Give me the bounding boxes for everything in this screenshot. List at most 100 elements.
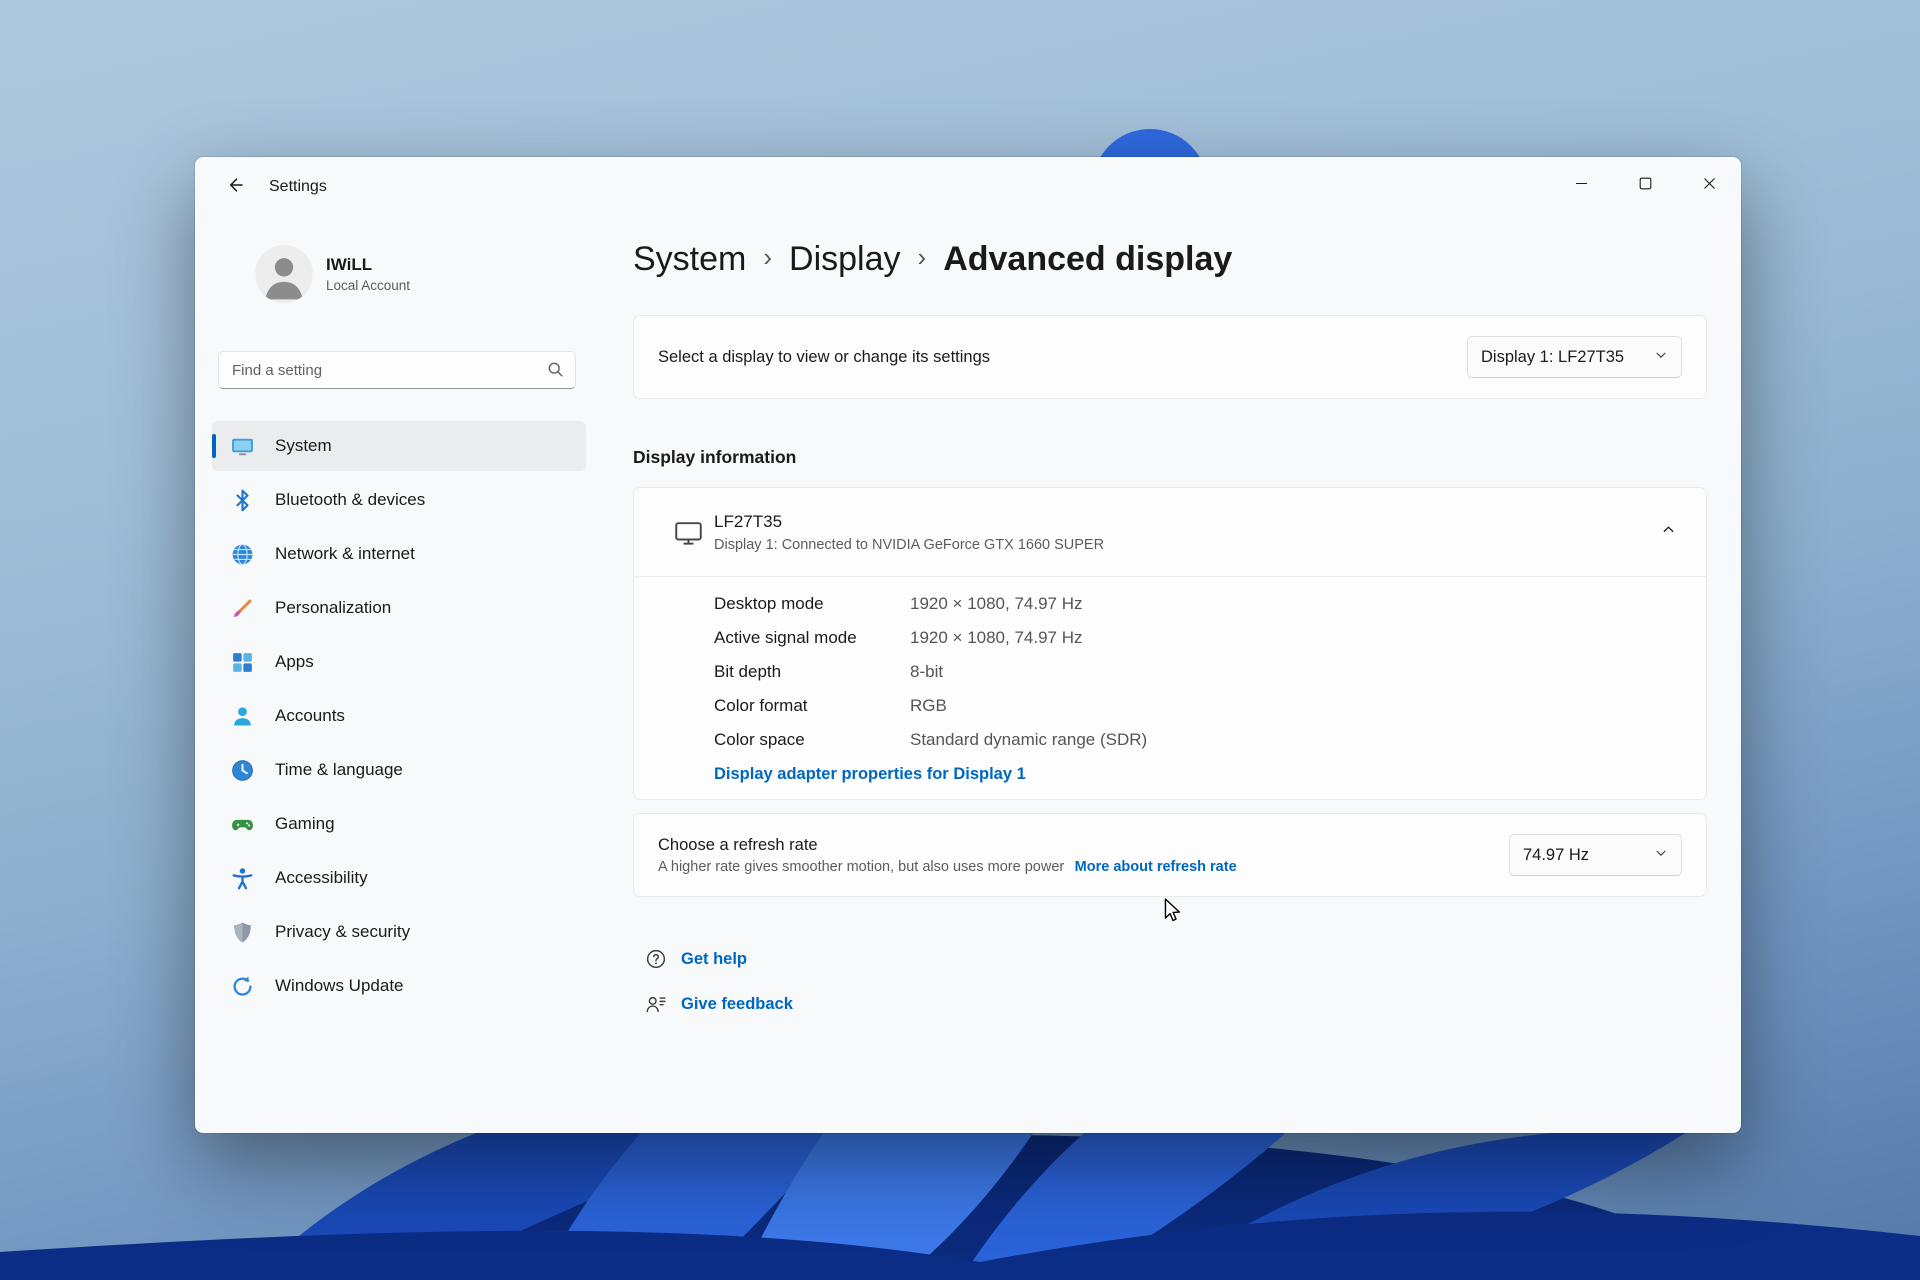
personalization-brush-icon	[230, 596, 255, 621]
network-globe-icon	[230, 542, 255, 567]
breadcrumb-display[interactable]: Display	[789, 240, 900, 279]
update-arrows-icon	[230, 974, 255, 999]
sidebar-item-network-internet[interactable]: Network & internet	[212, 529, 586, 579]
sidebar: IWiLL Local Account System	[195, 217, 600, 1133]
user-account-card[interactable]: IWiLL Local Account	[255, 245, 600, 303]
avatar	[255, 245, 313, 303]
sidebar-item-label: Bluetooth & devices	[275, 490, 425, 510]
sidebar-item-personalization[interactable]: Personalization	[212, 583, 586, 633]
sidebar-item-bluetooth-devices[interactable]: Bluetooth & devices	[212, 475, 586, 525]
sidebar-item-privacy-security[interactable]: Privacy & security	[212, 907, 586, 957]
property-value: 8-bit	[910, 655, 1682, 689]
sidebar-nav: System Bluetooth & devices Network & int…	[212, 421, 586, 1011]
sidebar-item-accounts[interactable]: Accounts	[212, 691, 586, 741]
gamepad-icon	[230, 812, 255, 837]
back-button[interactable]	[217, 169, 255, 205]
display-information-card: LF27T35 Display 1: Connected to NVIDIA G…	[633, 487, 1707, 800]
sidebar-item-label: Gaming	[275, 814, 335, 834]
user-account-type: Local Account	[326, 278, 410, 293]
give-feedback-row: Give feedback	[633, 991, 1707, 1017]
property-row-color-format: Color format RGB	[714, 689, 1682, 723]
get-help-row: Get help	[633, 946, 1707, 972]
breadcrumb-chevron-icon: ›	[763, 242, 772, 277]
select-display-label: Select a display to view or change its s…	[658, 348, 990, 367]
display-select-dropdown[interactable]: Display 1: LF27T35	[1467, 336, 1682, 378]
get-help-icon	[645, 948, 667, 970]
chevron-down-icon	[1654, 348, 1668, 367]
sidebar-item-label: Network & internet	[275, 544, 415, 564]
property-row-color-space: Color space Standard dynamic range (SDR)	[714, 723, 1682, 757]
refresh-rate-value: 74.97 Hz	[1523, 846, 1589, 865]
titlebar: Settings	[195, 157, 1741, 217]
display-properties: Desktop mode 1920 × 1080, 74.97 Hz Activ…	[634, 577, 1706, 799]
property-label: Bit depth	[714, 655, 910, 689]
refresh-rate-subtitle: A higher rate gives smoother motion, but…	[658, 859, 1064, 875]
sidebar-item-system[interactable]: System	[212, 421, 586, 471]
breadcrumb-chevron-icon: ›	[918, 242, 927, 277]
page-title: Advanced display	[943, 240, 1232, 279]
maximize-icon	[1639, 177, 1652, 195]
clock-icon	[230, 758, 255, 783]
search-box	[218, 351, 576, 389]
sidebar-item-windows-update[interactable]: Windows Update	[212, 961, 586, 1011]
sidebar-item-label: Personalization	[275, 598, 391, 618]
display-info-header-row[interactable]: LF27T35 Display 1: Connected to NVIDIA G…	[634, 488, 1706, 576]
window-body: IWiLL Local Account System	[195, 217, 1741, 1133]
back-arrow-icon	[226, 175, 246, 200]
search-icon	[547, 361, 564, 383]
property-label: Color space	[714, 723, 910, 757]
sidebar-item-gaming[interactable]: Gaming	[212, 799, 586, 849]
sidebar-item-label: Time & language	[275, 760, 403, 780]
get-help-link[interactable]: Get help	[681, 950, 747, 969]
sidebar-item-apps[interactable]: Apps	[212, 637, 586, 687]
sidebar-item-accessibility[interactable]: Accessibility	[212, 853, 586, 903]
selected-indicator	[212, 434, 216, 458]
monitor-subtitle: Display 1: Connected to NVIDIA GeForce G…	[714, 535, 1104, 555]
display-information-header: Display information	[633, 445, 1707, 469]
property-label: Active signal mode	[714, 621, 910, 655]
sidebar-item-time-language[interactable]: Time & language	[212, 745, 586, 795]
display-adapter-properties-link[interactable]: Display adapter properties for Display 1	[714, 757, 1026, 791]
display-select-value: Display 1: LF27T35	[1481, 348, 1624, 367]
minimize-icon	[1575, 177, 1588, 195]
display-info-title-block: LF27T35 Display 1: Connected to NVIDIA G…	[714, 509, 1104, 555]
select-display-card: Select a display to view or change its s…	[633, 315, 1707, 399]
chevron-up-icon	[1661, 522, 1676, 542]
desktop: { "colors": { "accent": "#0067c0", "bloo…	[0, 0, 1920, 1280]
monitor-name: LF27T35	[714, 511, 1104, 533]
sidebar-item-label: Privacy & security	[275, 922, 410, 942]
user-name: IWiLL	[326, 255, 410, 275]
accounts-person-icon	[230, 704, 255, 729]
settings-window: Settings IWiLL Local Account	[195, 157, 1741, 1133]
property-value: 1920 × 1080, 74.97 Hz	[910, 587, 1682, 621]
refresh-rate-text: Choose a refresh rate A higher rate give…	[658, 833, 1237, 878]
refresh-rate-card: Choose a refresh rate A higher rate give…	[633, 813, 1707, 897]
system-icon	[230, 434, 255, 459]
more-about-refresh-rate-link[interactable]: More about refresh rate	[1075, 859, 1237, 875]
refresh-rate-subtitle-row: A higher rate gives smoother motion, but…	[658, 857, 1237, 878]
minimize-button[interactable]	[1549, 157, 1613, 215]
sidebar-item-label: Accessibility	[275, 868, 368, 888]
main-content: System › Display › Advanced display Sele…	[600, 217, 1741, 1133]
sidebar-item-label: Accounts	[275, 706, 345, 726]
close-button[interactable]	[1677, 157, 1741, 215]
shield-icon	[230, 920, 255, 945]
user-text: IWiLL Local Account	[326, 255, 410, 293]
give-feedback-link[interactable]: Give feedback	[681, 995, 793, 1014]
maximize-button[interactable]	[1613, 157, 1677, 215]
refresh-rate-dropdown[interactable]: 74.97 Hz	[1509, 834, 1682, 876]
property-value: RGB	[910, 689, 1682, 723]
property-label: Desktop mode	[714, 587, 910, 621]
breadcrumb-system[interactable]: System	[633, 240, 746, 279]
property-row-bit-depth: Bit depth 8-bit	[714, 655, 1682, 689]
property-label: Color format	[714, 689, 910, 723]
property-row-desktop-mode: Desktop mode 1920 × 1080, 74.97 Hz	[714, 587, 1682, 621]
collapse-button[interactable]	[1648, 512, 1688, 552]
bluetooth-icon	[230, 488, 255, 513]
chevron-down-icon	[1654, 846, 1668, 865]
breadcrumb: System › Display › Advanced display	[633, 237, 1707, 281]
refresh-rate-title: Choose a refresh rate	[658, 833, 1237, 857]
sidebar-item-label: Apps	[275, 652, 314, 672]
search-input[interactable]	[218, 351, 576, 389]
sidebar-item-label: System	[275, 436, 332, 456]
